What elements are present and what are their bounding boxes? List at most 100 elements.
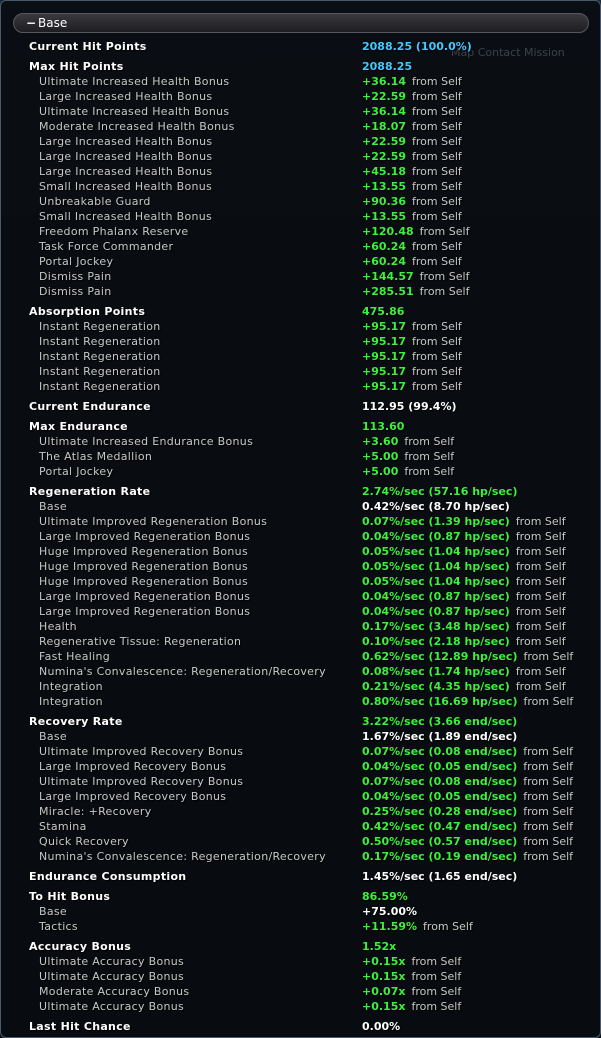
- attribute-contributor-row[interactable]: Dismiss Pain +285.51 from Self: [1, 284, 600, 299]
- attribute-contributor-row[interactable]: Tactics +11.59% from Self: [1, 919, 600, 934]
- attribute-contributor-row[interactable]: Miracle: +Recovery 0.25%/sec (0.28 end/se…: [1, 804, 600, 819]
- attribute-value: +144.57: [362, 270, 414, 283]
- attribute-row[interactable]: Current Endurance 112.95 (99.4%): [1, 399, 600, 414]
- attribute-contributor-row[interactable]: Ultimate Accuracy Bonus +0.15x from Self: [1, 969, 600, 984]
- attribute-label: Current Endurance: [29, 400, 151, 413]
- attribute-contributor-row[interactable]: Large Improved Regeneration Bonus 0.04%/s…: [1, 529, 600, 544]
- attribute-contributor-row[interactable]: Integration 0.21%/sec (4.35 hp/sec) from S…: [1, 679, 600, 694]
- attribute-value: +95.17: [362, 350, 407, 363]
- attribute-row[interactable]: Absorption Points 475.86: [1, 304, 600, 319]
- attribute-contributor-row[interactable]: Small Increased Health Bonus +13.55 from S…: [1, 209, 600, 224]
- attribute-source: from Self: [523, 745, 574, 758]
- attribute-contributor-row[interactable]: Large Improved Regeneration Bonus 0.04%/s…: [1, 589, 600, 604]
- attribute-source: from Self: [523, 835, 574, 848]
- attribute-contributor-row[interactable]: Instant Regeneration +95.17 from Self: [1, 319, 600, 334]
- attribute-contributor-row[interactable]: Large Improved Recovery Bonus 0.04%/sec (…: [1, 759, 600, 774]
- attribute-value: 0.04%/sec (0.05 end/sec): [362, 760, 518, 773]
- attribute-source: from Self: [411, 985, 462, 998]
- attribute-contributor-row[interactable]: Stamina 0.42%/sec (0.47 end/sec) from Self: [1, 819, 600, 834]
- attribute-label: Ultimate Improved Recovery Bonus: [39, 745, 244, 758]
- attribute-contributor-row[interactable]: Moderate Accuracy Bonus +0.07x from Self: [1, 984, 600, 999]
- attribute-label: Instant Regeneration: [39, 365, 161, 378]
- attribute-source: from Self: [523, 775, 574, 788]
- attribute-row[interactable]: Current Hit Points 2088.25 (100.0%): [1, 39, 600, 54]
- attribute-contributor-row[interactable]: Ultimate Improved Recovery Bonus 0.07%/se…: [1, 744, 600, 759]
- attribute-contributor-row[interactable]: Fast Healing 0.62%/sec (12.89 hp/sec) from…: [1, 649, 600, 664]
- attribute-contributor-row[interactable]: Ultimate Increased Endurance Bonus +3.60 f…: [1, 434, 600, 449]
- attribute-value-cell: 86.59%: [362, 889, 408, 904]
- attribute-row[interactable]: Recovery Rate 3.22%/sec (3.66 end/sec): [1, 714, 600, 729]
- attribute-row[interactable]: Accuracy Bonus 1.52x: [1, 939, 600, 954]
- attribute-label: Large Improved Regeneration Bonus: [39, 605, 251, 618]
- attribute-source: from Self: [412, 255, 462, 268]
- attribute-value-cell: 0.04%/sec (0.87 hp/sec) from Self: [362, 604, 566, 619]
- attribute-contributor-row[interactable]: Instant Regeneration +95.17 from Self: [1, 364, 600, 379]
- attribute-contributor-row[interactable]: Ultimate Improved Regeneration Bonus 0.07…: [1, 514, 600, 529]
- attribute-contributor-row[interactable]: Ultimate Increased Health Bonus +36.14 fro…: [1, 104, 600, 119]
- attribute-contributor-row[interactable]: Large Increased Health Bonus +22.59 from S…: [1, 89, 600, 104]
- attribute-row[interactable]: To Hit Bonus 86.59%: [1, 889, 600, 904]
- attribute-contributor-row[interactable]: Instant Regeneration +95.17 from Self: [1, 379, 600, 394]
- attribute-label: Miracle: +Recovery: [39, 805, 152, 818]
- attribute-value-cell: 0.04%/sec (0.05 end/sec) from Self: [362, 789, 573, 804]
- attribute-contributor-row[interactable]: Large Increased Health Bonus +22.59 from S…: [1, 134, 600, 149]
- attribute-contributor-row[interactable]: Huge Improved Regeneration Bonus 0.05%/se…: [1, 559, 600, 574]
- attribute-row[interactable]: Regeneration Rate 2.74%/sec (57.16 hp/sec…: [1, 484, 600, 499]
- attribute-contributor-row[interactable]: Integration 0.80%/sec (16.69 hp/sec) from …: [1, 694, 600, 709]
- attribute-contributor-row[interactable]: Regenerative Tissue: Regeneration 0.10%/s…: [1, 634, 600, 649]
- attribute-contributor-row[interactable]: Large Improved Recovery Bonus 0.04%/sec (…: [1, 789, 600, 804]
- attribute-contributor-row[interactable]: Large Improved Regeneration Bonus 0.04%/s…: [1, 604, 600, 619]
- attribute-contributor-row[interactable]: Portal Jockey +5.00 from Self: [1, 464, 600, 479]
- attribute-contributor-row[interactable]: Health 0.17%/sec (3.48 hp/sec) from Self: [1, 619, 600, 634]
- attribute-contributor-row[interactable]: Huge Improved Regeneration Bonus 0.05%/se…: [1, 574, 600, 589]
- attribute-value-cell: +95.17 from Self: [362, 319, 462, 334]
- attribute-label: Moderate Increased Health Bonus: [39, 120, 235, 133]
- attribute-contributor-row[interactable]: Freedom Phalanx Reserve +120.48 from Self: [1, 224, 600, 239]
- attribute-value-cell: +22.59 from Self: [362, 134, 462, 149]
- section-header-base[interactable]: − Base: [13, 13, 589, 33]
- attribute-value-cell: +95.17 from Self: [362, 379, 462, 394]
- attribute-contributor-row[interactable]: Base 0.42%/sec (8.70 hp/sec): [1, 499, 600, 514]
- attribute-contributor-row[interactable]: Large Increased Health Bonus +45.18 from S…: [1, 164, 600, 179]
- collapse-icon[interactable]: −: [26, 17, 36, 29]
- attribute-row[interactable]: Endurance Consumption 1.45%/sec (1.65 end…: [1, 869, 600, 884]
- attribute-contributor-row[interactable]: Base +75.00%: [1, 904, 600, 919]
- attribute-value: +0.07x: [362, 985, 406, 998]
- attribute-contributor-row[interactable]: Portal Jockey +60.24 from Self: [1, 254, 600, 269]
- attribute-source: from Self: [515, 665, 566, 678]
- attribute-contributor-row[interactable]: Ultimate Improved Recovery Bonus 0.07%/se…: [1, 774, 600, 789]
- attribute-contributor-row[interactable]: Dismiss Pain +144.57 from Self: [1, 269, 600, 284]
- attribute-row[interactable]: Max Endurance 113.60: [1, 419, 600, 434]
- attribute-row[interactable]: Max Hit Points 2088.25: [1, 59, 600, 74]
- attribute-contributor-row[interactable]: Ultimate Accuracy Bonus +0.15x from Self: [1, 954, 600, 969]
- attribute-contributor-row[interactable]: Numina's Convalescence: Regeneration/Rec…: [1, 664, 600, 679]
- attribute-source: from Self: [411, 1000, 462, 1013]
- attribute-contributor-row[interactable]: Huge Improved Regeneration Bonus 0.05%/se…: [1, 544, 600, 559]
- attribute-contributor-row[interactable]: Moderate Increased Health Bonus +18.07 fro…: [1, 119, 600, 134]
- attribute-value: +0.15x: [362, 1000, 406, 1013]
- attribute-contributor-row[interactable]: Small Increased Health Bonus +13.55 from S…: [1, 179, 600, 194]
- attribute-contributor-row[interactable]: Instant Regeneration +95.17 from Self: [1, 334, 600, 349]
- attribute-value-cell: +11.59% from Self: [362, 919, 473, 934]
- attribute-contributor-row[interactable]: Instant Regeneration +95.17 from Self: [1, 349, 600, 364]
- attribute-value-cell: +90.36 from Self: [362, 194, 462, 209]
- attribute-source: from Self: [515, 635, 566, 648]
- attribute-label: Base: [39, 500, 67, 513]
- attribute-contributor-row[interactable]: Quick Recovery 0.50%/sec (0.57 end/sec) fr…: [1, 834, 600, 849]
- attribute-contributor-row[interactable]: The Atlas Medallion +5.00 from Self: [1, 449, 600, 464]
- attribute-label: Ultimate Improved Recovery Bonus: [39, 775, 244, 788]
- attribute-label: Large Increased Health Bonus: [39, 165, 213, 178]
- attribute-contributor-row[interactable]: Ultimate Increased Health Bonus +36.14 fro…: [1, 74, 600, 89]
- attribute-contributor-row[interactable]: Large Increased Health Bonus +22.59 from S…: [1, 149, 600, 164]
- attribute-source: from Self: [523, 760, 574, 773]
- attribute-contributor-row[interactable]: Numina's Convalescence: Regeneration/Rec…: [1, 849, 600, 864]
- attribute-contributor-row[interactable]: Base 1.67%/sec (1.89 end/sec): [1, 729, 600, 744]
- attribute-contributor-row[interactable]: Ultimate Accuracy Bonus +0.15x from Self: [1, 999, 600, 1014]
- attribute-value: +95.17: [362, 320, 407, 333]
- attribute-contributor-row[interactable]: Unbreakable Guard +90.36 from Self: [1, 194, 600, 209]
- attribute-contributor-row[interactable]: Task Force Commander +60.24 from Self: [1, 239, 600, 254]
- attribute-value-cell: 113.60: [362, 419, 404, 434]
- attribute-value-cell: 0.17%/sec (3.48 hp/sec) from Self: [362, 619, 566, 634]
- attribute-row[interactable]: Last Hit Chance 0.00%: [1, 1019, 600, 1034]
- attribute-value: 0.17%/sec (0.19 end/sec): [362, 850, 518, 863]
